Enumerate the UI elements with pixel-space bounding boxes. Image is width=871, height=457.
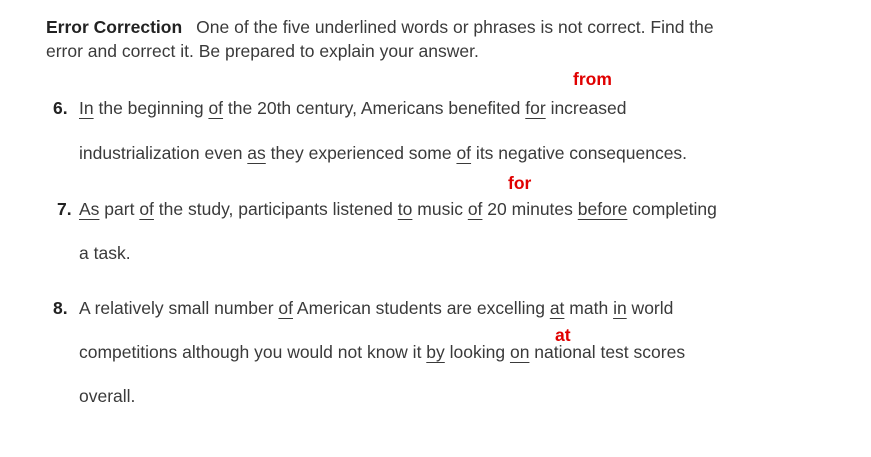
- sentence-text: the study, participants listened: [153, 199, 398, 219]
- sentence-text: part: [99, 199, 140, 219]
- underlined-segment: at: [549, 298, 565, 318]
- sentence-text: 20 minutes: [482, 199, 578, 219]
- underlined-segment: by: [426, 342, 445, 362]
- correction-7: for: [508, 173, 532, 193]
- item-8-line-3: overall.: [79, 386, 135, 407]
- sentence-text: completing: [627, 199, 717, 219]
- sentence-text: overall.: [79, 386, 136, 406]
- underlined-segment: in: [613, 298, 627, 318]
- item-number-8: 8.: [53, 298, 68, 318]
- sentence-text: the beginning: [93, 98, 209, 118]
- sentence-text: industrialization even: [79, 143, 248, 163]
- sentence-text: A relatively small number: [79, 298, 279, 318]
- sentence-text: national test scores: [529, 342, 686, 362]
- sentence-text: they experienced some: [265, 143, 457, 163]
- sentence-text: American students are excelling: [293, 298, 550, 318]
- instructions-line-2: error and correct it. Be prepared to exp…: [46, 41, 479, 62]
- underlined-segment: As: [79, 199, 100, 219]
- instructions-text-1: One of the five underlined words or phra…: [196, 17, 714, 37]
- underlined-segment: as: [247, 143, 266, 163]
- sentence-text: the 20th century, Americans benefited: [223, 98, 526, 118]
- item-6-line-2: industrialization even as they experienc…: [79, 143, 687, 164]
- item-number-6: 6.: [53, 98, 68, 118]
- item-8-line-2: competitions although you would not know…: [79, 342, 685, 363]
- underlined-segment-error: of: [467, 199, 483, 219]
- underlined-segment: of: [456, 143, 472, 163]
- underlined-segment: of: [139, 199, 154, 219]
- sentence-text: math: [564, 298, 614, 318]
- sentence-text: increased: [545, 98, 627, 118]
- instructions-text-2: error and correct it. Be prepared to exp…: [46, 41, 479, 61]
- sentence-text: a task.: [79, 243, 131, 263]
- underlined-segment: before: [577, 199, 628, 219]
- sentence-text: its negative consequences.: [471, 143, 688, 163]
- item-number-7: 7.: [57, 199, 72, 219]
- sentence-text: looking: [444, 342, 510, 362]
- instructions-line-1: Error Correction One of the five underlin…: [46, 17, 714, 38]
- section-title: Error Correction: [46, 17, 183, 37]
- underlined-segment-error: for: [525, 98, 546, 118]
- sentence-text: world: [626, 298, 674, 318]
- underlined-segment: In: [79, 98, 94, 118]
- item-7-line-2: a task.: [79, 243, 131, 264]
- underlined-segment: to: [397, 199, 413, 219]
- item-7-line-1: 7. As part of the study, participants lis…: [57, 199, 717, 220]
- item-6-line-1: 6. In the beginning of the 20th century, …: [53, 98, 626, 119]
- correction-6: from: [573, 69, 612, 89]
- item-8-line-1: 8. A relatively small number of American …: [53, 298, 673, 319]
- sentence-text: competitions although you would not know…: [79, 342, 427, 362]
- sentence-text: music: [412, 199, 468, 219]
- underlined-segment-error: on: [509, 342, 530, 362]
- underlined-segment: of: [208, 98, 224, 118]
- underlined-segment: of: [278, 298, 293, 318]
